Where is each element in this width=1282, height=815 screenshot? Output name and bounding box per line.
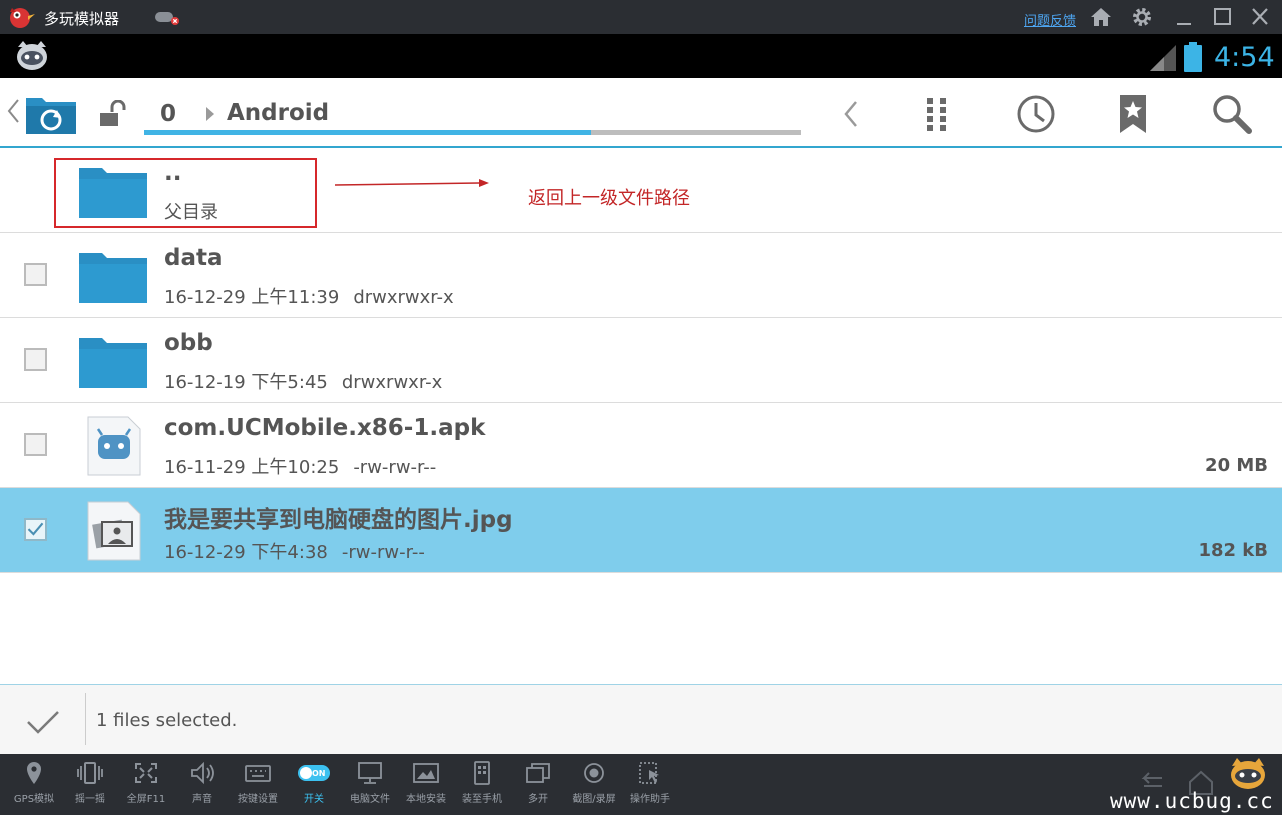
cat-avatar-icon bbox=[17, 41, 47, 70]
parent-directory-name: .. bbox=[164, 160, 182, 186]
feedback-link[interactable]: 问题反馈 bbox=[1024, 10, 1076, 29]
file-meta: 16-12-29 下午4:38 -rw-rw-r-- bbox=[164, 538, 425, 564]
parent-directory-label: 父目录 bbox=[164, 202, 218, 223]
battery-icon bbox=[1184, 42, 1202, 72]
file-meta: 16-12-19 下午5:45 drwxrwxr-x bbox=[164, 368, 442, 394]
image-file-icon bbox=[87, 501, 141, 561]
refresh-folder-icon[interactable] bbox=[24, 92, 78, 136]
file-name: obb bbox=[164, 330, 213, 356]
emulator-titlebar: 多玩模拟器 问题反馈 bbox=[0, 0, 1282, 34]
toggle-on-text: ON bbox=[312, 769, 326, 778]
dock-shake-button[interactable]: 摇一摇 bbox=[60, 760, 120, 812]
dock-screenshot-button[interactable]: 截图/录屏 bbox=[564, 760, 624, 812]
file-meta: 16-11-29 上午10:25 -rw-rw-r-- bbox=[164, 453, 436, 479]
shake-icon bbox=[77, 762, 103, 784]
path-scroll-track bbox=[144, 130, 801, 135]
minimize-icon[interactable] bbox=[1172, 6, 1196, 28]
file-permissions: -rw-rw-r-- bbox=[341, 542, 425, 563]
keyboard-icon bbox=[245, 765, 271, 782]
file-manager-toolbar: 0 Android bbox=[0, 78, 1282, 148]
file-row-obb[interactable]: obb 16-12-19 下午5:45 drwxrwxr-x bbox=[0, 318, 1282, 403]
dock-volume-button[interactable]: 声音 bbox=[172, 760, 232, 812]
file-permissions: drwxrwxr-x bbox=[341, 372, 443, 393]
watermark-text: www.ucbug.cc bbox=[1110, 789, 1274, 813]
file-row-data[interactable]: data 16-12-29 上午11:39 drwxrwxr-x bbox=[0, 233, 1282, 318]
done-check-icon[interactable] bbox=[26, 709, 60, 735]
file-date: 16-11-29 上午10:25 bbox=[164, 457, 340, 478]
location-pin-icon bbox=[27, 762, 41, 784]
gear-icon[interactable] bbox=[1130, 6, 1154, 28]
unlock-icon[interactable] bbox=[98, 100, 128, 128]
file-row-apk[interactable]: com.UCMobile.x86-1.apk 16-11-29 上午10:25-… bbox=[0, 403, 1282, 488]
file-date: 16-12-29 下午4:38 bbox=[164, 542, 328, 563]
parent-directory-row[interactable]: .. 父目录 返回上一级文件路径 bbox=[0, 148, 1282, 233]
breadcrumb-current[interactable]: Android bbox=[227, 100, 329, 126]
dock-pc-files-button[interactable]: 电脑文件 bbox=[340, 760, 400, 812]
signal-icon bbox=[1150, 45, 1176, 71]
row-checkbox-checked[interactable] bbox=[24, 518, 47, 541]
folder-icon bbox=[79, 338, 147, 388]
gamepad-icon[interactable] bbox=[154, 8, 180, 26]
folder-icon bbox=[79, 168, 147, 218]
close-icon[interactable] bbox=[1248, 6, 1272, 28]
annotation-arrow-icon bbox=[334, 179, 489, 187]
row-checkbox[interactable] bbox=[24, 348, 47, 371]
dock-toggle-button[interactable]: ON 开关 bbox=[284, 760, 344, 812]
dock-install-phone-button[interactable]: 装至手机 bbox=[452, 760, 512, 812]
history-icon[interactable] bbox=[1012, 92, 1060, 136]
file-row-jpg[interactable]: 我是要共享到电脑硬盘的图片.jpg 16-12-29 下午4:38 -rw-rw-… bbox=[0, 488, 1282, 573]
raccoon-mascot-icon[interactable] bbox=[1226, 756, 1270, 792]
record-icon bbox=[584, 763, 604, 783]
grid-menu-icon[interactable] bbox=[913, 92, 961, 136]
row-checkbox[interactable] bbox=[24, 263, 47, 286]
bookmark-icon[interactable] bbox=[1109, 92, 1157, 136]
breadcrumb-separator-icon bbox=[206, 107, 214, 121]
file-date: 16-12-29 上午11:39 bbox=[164, 287, 340, 308]
chevron-left-icon[interactable] bbox=[6, 98, 20, 124]
selection-count: 1 files selected. bbox=[96, 710, 238, 731]
assistant-icon bbox=[639, 762, 659, 784]
bird-logo-icon bbox=[10, 8, 35, 28]
volume-icon bbox=[191, 761, 214, 785]
home-icon[interactable] bbox=[1089, 6, 1113, 28]
android-statusbar: 4:54 bbox=[0, 34, 1282, 78]
breadcrumb-root[interactable]: 0 bbox=[160, 101, 176, 127]
apk-file-icon bbox=[87, 416, 141, 476]
selection-divider bbox=[85, 693, 86, 745]
file-name: data bbox=[164, 245, 223, 271]
search-icon[interactable] bbox=[1208, 92, 1256, 136]
fullscreen-icon bbox=[135, 763, 157, 783]
file-size: 20 MB bbox=[1205, 455, 1268, 476]
phone-install-icon bbox=[474, 761, 490, 785]
install-icon bbox=[413, 763, 439, 783]
file-permissions: drwxrwxr-x bbox=[353, 287, 454, 308]
file-date: 16-12-19 下午5:45 bbox=[164, 372, 328, 393]
emulator-dock: GPS模拟 摇一摇 全屏F11 声音 按键设置 ON 开关 电脑文件 本地安装 … bbox=[0, 754, 1282, 815]
file-name: 我是要共享到电脑硬盘的图片.jpg bbox=[164, 507, 513, 533]
file-permissions: -rw-rw-r-- bbox=[353, 457, 437, 478]
dock-multi-instance-button[interactable]: 多开 bbox=[508, 760, 568, 812]
row-checkbox[interactable] bbox=[24, 433, 47, 456]
maximize-icon[interactable] bbox=[1210, 6, 1234, 28]
dock-fullscreen-button[interactable]: 全屏F11 bbox=[116, 760, 176, 812]
multi-window-icon bbox=[526, 763, 550, 783]
dock-gps-button[interactable]: GPS模拟 bbox=[4, 760, 64, 812]
dock-keymap-button[interactable]: 按键设置 bbox=[228, 760, 288, 812]
annotation-text: 返回上一级文件路径 bbox=[528, 188, 690, 209]
selection-bar: 1 files selected. bbox=[0, 684, 1282, 754]
file-size: 182 kB bbox=[1198, 540, 1268, 561]
file-name: com.UCMobile.x86-1.apk bbox=[164, 415, 486, 441]
folder-icon bbox=[79, 253, 147, 303]
status-clock: 4:54 bbox=[1214, 42, 1275, 73]
checkmark-icon bbox=[27, 522, 44, 536]
back-icon[interactable] bbox=[826, 92, 874, 136]
file-meta: 16-12-29 上午11:39 drwxrwxr-x bbox=[164, 283, 454, 309]
monitor-icon bbox=[358, 762, 382, 784]
dock-assistant-button[interactable]: 操作助手 bbox=[620, 760, 680, 812]
file-list: .. 父目录 返回上一级文件路径 data 16-12-29 上午11:39 dr… bbox=[0, 148, 1282, 573]
dock-local-install-button[interactable]: 本地安装 bbox=[396, 760, 456, 812]
path-scroll-fill bbox=[144, 130, 591, 135]
emulator-title: 多玩模拟器 bbox=[44, 10, 120, 28]
